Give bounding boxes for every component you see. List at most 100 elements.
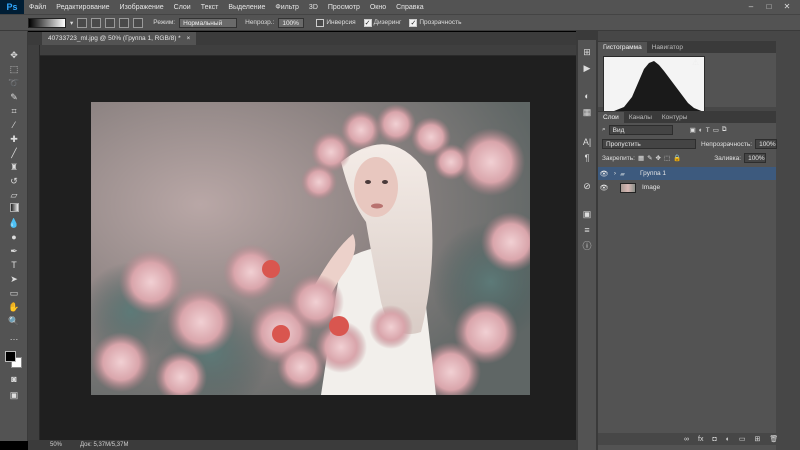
transparency-checkbox[interactable]: ✓ xyxy=(409,18,418,27)
document-tab[interactable]: 40733723_ml.jpg @ 50% (Группа 1, RGB/8) … xyxy=(42,32,197,45)
adjustment-layer-icon[interactable]: ◐ xyxy=(726,436,730,443)
screen-mode-icon[interactable]: ▣ xyxy=(8,389,20,401)
eraser-tool-icon[interactable]: ▱ xyxy=(8,189,20,201)
character-icon[interactable]: A| xyxy=(581,136,593,148)
tab-paths[interactable]: Контуры xyxy=(657,112,693,123)
link-layers-icon[interactable]: ∞ xyxy=(684,436,689,443)
fill-input[interactable]: 100% xyxy=(744,153,767,163)
menu-layers[interactable]: Слои xyxy=(169,4,196,11)
tab-layers[interactable]: Слои xyxy=(598,112,624,123)
eye-icon[interactable]: 👁 xyxy=(598,170,610,178)
tab-navigator[interactable]: Навигатор xyxy=(647,42,688,53)
filter-adjustment-icon[interactable]: ◐ xyxy=(699,127,703,134)
fx-icon[interactable]: fx xyxy=(698,436,703,443)
minimize-button[interactable]: – xyxy=(744,1,758,12)
pen-tool-icon[interactable]: ✒ xyxy=(8,245,20,257)
layer-opacity-input[interactable]: 100% xyxy=(755,139,778,149)
dither-checkbox[interactable]: ✓ xyxy=(363,18,372,27)
layer-row-image[interactable]: 👁 Image xyxy=(598,181,776,194)
close-button[interactable]: ✕ xyxy=(780,1,794,12)
angle-gradient-icon[interactable] xyxy=(105,17,116,28)
path-select-tool-icon[interactable]: ➤ xyxy=(8,273,20,285)
menu-3d[interactable]: 3D xyxy=(304,4,323,11)
shape-tool-icon[interactable]: ▭ xyxy=(8,287,20,299)
history-brush-tool-icon[interactable]: ↺ xyxy=(8,175,20,187)
invert-checkbox[interactable] xyxy=(316,18,325,27)
opacity-input[interactable]: 100% xyxy=(278,17,305,28)
blend-mode-select[interactable]: Пропустить xyxy=(602,139,696,149)
paragraph-icon[interactable]: ¶ xyxy=(581,152,593,164)
tools-panel: ✥ ⬚ ➰ ✎ ⌗ ⁄ ✚ ╱ ♜ ↺ ▱ 💧 ● ✒ T ➤ ▭ ✋ 🔍 … … xyxy=(0,31,28,441)
menu-help[interactable]: Справка xyxy=(391,4,428,11)
menu-filter[interactable]: Фильтр xyxy=(270,4,304,11)
properties-icon[interactable]: ≡ xyxy=(581,224,593,236)
document-canvas[interactable] xyxy=(91,102,530,395)
filter-smart-object-icon[interactable]: ⧉ xyxy=(722,126,727,134)
lasso-tool-icon[interactable]: ➰ xyxy=(8,77,20,89)
clone-stamp-tool-icon[interactable]: ♜ xyxy=(8,161,20,173)
styles-icon[interactable]: ▦ xyxy=(581,106,593,118)
chevron-right-icon[interactable]: › xyxy=(610,170,620,177)
filter-shape-icon[interactable]: ▭ xyxy=(713,126,719,134)
menu-edit[interactable]: Редактирование xyxy=(51,4,114,11)
new-layer-icon[interactable]: ⊞ xyxy=(755,435,761,443)
history-icon[interactable]: ⊞ xyxy=(581,46,593,58)
eyedropper-tool-icon[interactable]: ⁄ xyxy=(8,119,20,131)
filter-type-icon[interactable]: T xyxy=(706,127,710,134)
more-tools-icon[interactable]: … xyxy=(8,331,20,343)
warning-icon[interactable]: ⚠ xyxy=(692,58,699,67)
dither-label: Дизеринг xyxy=(373,19,402,26)
dodge-tool-icon[interactable]: ● xyxy=(8,231,20,243)
tab-close-icon[interactable]: × xyxy=(187,35,191,42)
layers-footer: ∞ fx ◘ ◐ ▭ ⊞ 🗑 xyxy=(598,433,778,445)
blur-tool-icon[interactable]: 💧 xyxy=(8,217,20,229)
quick-select-tool-icon[interactable]: ✎ xyxy=(8,91,20,103)
reflected-gradient-icon[interactable] xyxy=(119,17,130,28)
layer-row-group1[interactable]: 👁 › ▰ Группа 1 xyxy=(598,167,776,180)
mode-select[interactable]: Нормальный xyxy=(179,17,238,28)
menu-image[interactable]: Изображение xyxy=(115,4,169,11)
gradient-swatch[interactable] xyxy=(28,17,66,28)
new-group-icon[interactable]: ▭ xyxy=(739,435,746,443)
hand-tool-icon[interactable]: ✋ xyxy=(8,301,20,313)
type-tool-icon[interactable]: T xyxy=(8,259,20,271)
camera-icon[interactable]: ▣ xyxy=(581,208,593,220)
actions-play-icon[interactable]: ▶ xyxy=(581,62,593,74)
gradient-tool-icon[interactable] xyxy=(8,203,20,215)
chevron-down-icon[interactable]: ▾ xyxy=(70,19,73,27)
options-bar: ▾ Режим: Нормальный Непрозр.: 100% Инвер… xyxy=(0,14,800,31)
add-mask-icon[interactable]: ◘ xyxy=(712,436,716,443)
lock-artboard-icon[interactable]: ⬚ xyxy=(664,154,670,162)
quick-mask-icon[interactable]: ◙ xyxy=(8,373,20,385)
menu-window[interactable]: Окно xyxy=(365,4,391,11)
tab-histogram[interactable]: Гистограмма xyxy=(598,42,647,53)
tool-presets-icon[interactable]: ⊘ xyxy=(581,180,593,192)
document-size: Док: 5,37M/5,37M xyxy=(80,442,129,448)
diamond-gradient-icon[interactable] xyxy=(133,17,144,28)
move-tool-icon[interactable]: ✥ xyxy=(8,49,20,61)
zoom-level[interactable]: 50% xyxy=(50,442,62,448)
lock-pixels-icon[interactable]: ✎ xyxy=(647,154,652,162)
healing-brush-tool-icon[interactable]: ✚ xyxy=(8,133,20,145)
menu-type[interactable]: Текст xyxy=(196,4,224,11)
lock-all-icon[interactable]: 🔒 xyxy=(673,154,681,162)
brush-tool-icon[interactable]: ╱ xyxy=(8,147,20,159)
adjustments-icon[interactable]: ◐ xyxy=(581,90,593,102)
eye-icon[interactable]: 👁 xyxy=(598,184,610,192)
tab-channels[interactable]: Каналы xyxy=(624,112,657,123)
restore-button[interactable]: □ xyxy=(762,1,776,12)
linear-gradient-icon[interactable] xyxy=(77,17,88,28)
kind-filter-select[interactable]: Вид xyxy=(608,125,673,135)
radial-gradient-icon[interactable] xyxy=(91,17,102,28)
trash-icon[interactable]: 🗑 xyxy=(769,435,778,443)
zoom-tool-icon[interactable]: 🔍 xyxy=(8,315,20,327)
menu-view[interactable]: Просмотр xyxy=(323,4,365,11)
marquee-tool-icon[interactable]: ⬚ xyxy=(8,63,20,75)
crop-tool-icon[interactable]: ⌗ xyxy=(8,105,20,117)
info-icon[interactable]: ⓘ xyxy=(581,240,593,252)
lock-position-icon[interactable]: ✥ xyxy=(656,154,661,162)
menu-select[interactable]: Выделение xyxy=(223,4,270,11)
lock-transparency-icon[interactable]: ▦ xyxy=(638,154,644,162)
menu-file[interactable]: Файл xyxy=(24,4,51,11)
filter-pixel-icon[interactable]: ▣ xyxy=(690,126,696,134)
